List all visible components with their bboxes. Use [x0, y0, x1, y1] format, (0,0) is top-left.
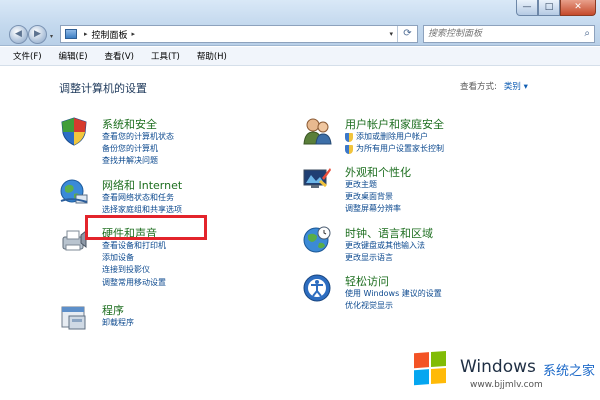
- link-add-remove-users[interactable]: 添加或删除用户帐户: [345, 131, 444, 143]
- link-display-language[interactable]: 更改显示语言: [345, 252, 425, 264]
- link-screen-resolution[interactable]: 调整屏幕分辨率: [345, 203, 401, 215]
- recent-pages-dropdown-icon[interactable]: ▾: [50, 33, 53, 40]
- ease-of-access-icon[interactable]: [302, 273, 332, 303]
- maximize-button[interactable]: □: [538, 0, 560, 16]
- shield-icon[interactable]: [59, 116, 89, 146]
- refresh-icon[interactable]: ⟳: [397, 26, 417, 42]
- back-button[interactable]: ◀: [9, 25, 28, 44]
- clock-globe-icon[interactable]: [302, 225, 332, 255]
- close-button[interactable]: ✕: [560, 0, 596, 16]
- view-by-label: 查看方式:: [460, 82, 497, 92]
- link-add-device[interactable]: 添加设备: [102, 252, 166, 264]
- link-network-status[interactable]: 查看网络状态和任务: [102, 192, 182, 204]
- minimize-button[interactable]: —: [516, 0, 538, 16]
- control-panel-icon: [65, 29, 77, 39]
- watermark-brand: Windows: [460, 357, 536, 377]
- link-devices-printers[interactable]: 查看设备和打印机: [102, 240, 166, 252]
- address-dropdown-icon[interactable]: ▾: [389, 30, 393, 38]
- link-windows-recommended-settings[interactable]: 使用 Windows 建议的设置: [345, 288, 442, 300]
- uac-shield-icon: [345, 144, 353, 154]
- category-title[interactable]: 外观和个性化: [345, 164, 411, 180]
- category-title[interactable]: 系统和安全: [102, 116, 157, 132]
- category-title[interactable]: 用户帐户和家庭安全: [345, 116, 444, 132]
- breadcrumb-arrow-icon[interactable]: ▸: [132, 30, 136, 38]
- link-troubleshoot[interactable]: 查找并解决问题: [102, 155, 174, 167]
- search-icon[interactable]: ⌕: [584, 28, 590, 39]
- address-bar[interactable]: ▸ 控制面板 ▸ ▾ ⟳: [60, 25, 418, 43]
- forward-button[interactable]: ▶: [28, 25, 47, 44]
- menu-help[interactable]: 帮助(H): [197, 50, 227, 62]
- search-input[interactable]: [424, 26, 574, 42]
- link-uninstall-program[interactable]: 卸载程序: [102, 317, 134, 329]
- watermark-url: www.bjjmlv.com: [470, 380, 543, 390]
- window-controls: — □ ✕: [516, 0, 596, 16]
- link-mobility-settings[interactable]: 调整常用移动设置: [102, 277, 166, 289]
- link-connect-projector[interactable]: 连接到投影仪: [102, 264, 166, 276]
- link-parental-controls[interactable]: 为所有用户设置家长控制: [345, 143, 444, 155]
- category-title[interactable]: 网络和 Internet: [102, 177, 182, 193]
- page-title: 调整计算机的设置: [59, 82, 147, 95]
- link-homegroup-sharing[interactable]: 选择家庭组和共享选项: [102, 204, 182, 216]
- view-by-dropdown[interactable]: 类别 ▾: [504, 82, 528, 92]
- breadcrumb-control-panel[interactable]: 控制面板: [92, 28, 128, 41]
- category-title[interactable]: 硬件和声音: [102, 225, 157, 241]
- monitor-paint-icon[interactable]: [302, 164, 332, 194]
- windows-logo-icon: [414, 350, 448, 387]
- programs-icon[interactable]: [59, 302, 89, 332]
- breadcrumb-separator-icon[interactable]: ▸: [84, 30, 88, 38]
- uac-shield-icon: [345, 132, 353, 142]
- category-title[interactable]: 时钟、语言和区域: [345, 225, 433, 241]
- menu-edit[interactable]: 编辑(E): [59, 50, 88, 62]
- link-change-keyboard[interactable]: 更改键盘或其他输入法: [345, 240, 425, 252]
- view-by: 查看方式: 类别 ▾: [460, 80, 528, 92]
- category-title[interactable]: 程序: [102, 302, 124, 318]
- menu-tools[interactable]: 工具(T): [151, 50, 180, 62]
- link-desktop-background[interactable]: 更改桌面背景: [345, 191, 401, 203]
- watermark-brand-cn: 系统之家: [543, 364, 596, 379]
- network-globe-icon[interactable]: [59, 177, 89, 207]
- users-icon[interactable]: [302, 116, 332, 146]
- search-box[interactable]: ⌕: [423, 25, 595, 43]
- watermark: Windows 系统之家 www.bjjmlv.com: [404, 348, 600, 400]
- printer-speaker-icon[interactable]: [59, 225, 89, 255]
- link-optimize-visual-display[interactable]: 优化视觉显示: [345, 300, 442, 312]
- menu-file[interactable]: 文件(F): [13, 50, 42, 62]
- link-change-theme[interactable]: 更改主题: [345, 179, 401, 191]
- link-backup-computer[interactable]: 备份您的计算机: [102, 143, 174, 155]
- menu-view[interactable]: 查看(V): [105, 50, 134, 62]
- menu-bar: 文件(F) 编辑(E) 查看(V) 工具(T) 帮助(H): [0, 47, 600, 66]
- link-view-computer-status[interactable]: 查看您的计算机状态: [102, 131, 174, 143]
- category-title[interactable]: 轻松访问: [345, 273, 389, 289]
